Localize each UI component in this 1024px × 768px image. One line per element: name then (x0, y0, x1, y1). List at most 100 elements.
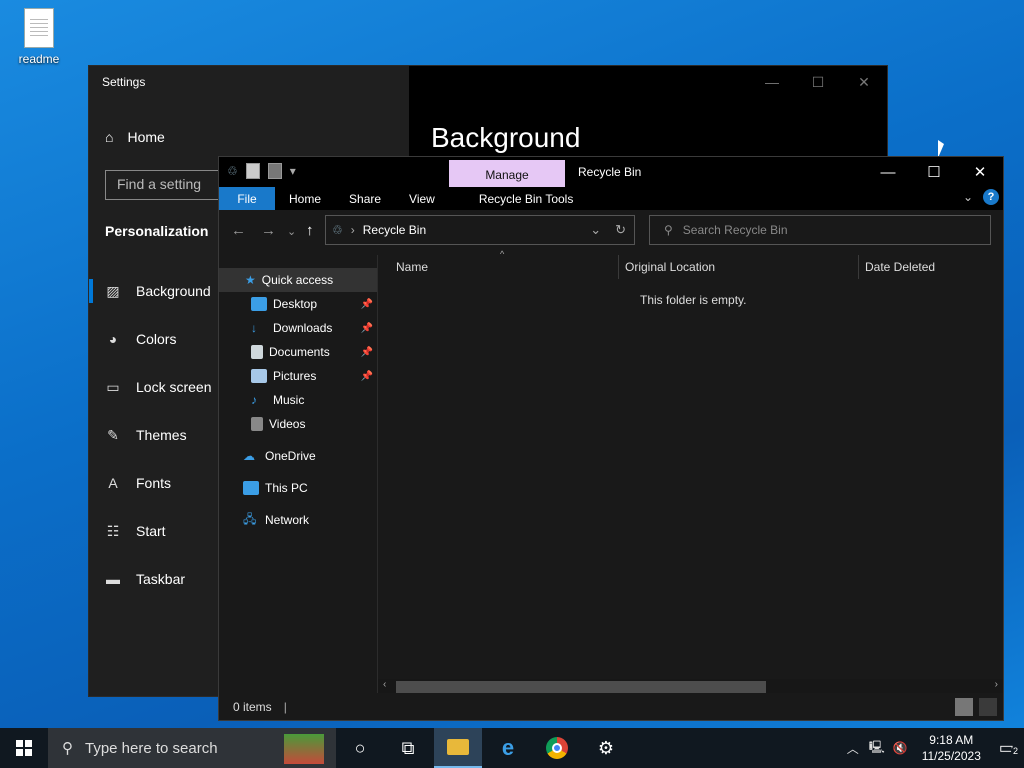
tab-home[interactable]: Home (275, 187, 335, 210)
pictures-icon (251, 369, 267, 383)
minimize-button[interactable]: — (865, 157, 911, 187)
tree-item-videos[interactable]: Videos (219, 412, 377, 436)
system-tray: ︿ 🖳 🔇 9:18 AM 11/25/2023 ▭ 2 (841, 728, 1024, 768)
tree-label: OneDrive (265, 449, 316, 463)
properties-button[interactable] (245, 163, 260, 179)
tree-item-desktop[interactable]: Desktop 📌 (219, 292, 377, 316)
file-explorer-taskbar-icon[interactable] (434, 728, 482, 768)
nav-label: Themes (136, 427, 187, 443)
tree-item-network[interactable]: 🖧 Network (219, 508, 377, 532)
text-file-icon (24, 8, 54, 48)
show-hidden-icons-chevron-icon[interactable]: ︿ (841, 740, 865, 757)
start-icon: ☷ (106, 522, 120, 539)
tree-label: This PC (265, 481, 308, 495)
breadcrumb[interactable]: Recycle Bin (363, 223, 426, 237)
scroll-right-icon[interactable]: › (995, 679, 998, 690)
column-divider[interactable] (618, 255, 619, 279)
cloud-icon: ☁ (243, 449, 255, 463)
taskbar-search-placeholder: Type here to search (85, 739, 218, 757)
pin-icon[interactable]: 📌 (361, 371, 373, 382)
file-list: ^ Name Original Location Date Deleted Th… (377, 249, 1003, 693)
ribbon-right-controls: ⌄ ? (963, 189, 999, 205)
tab-file[interactable]: File (219, 187, 275, 210)
tab-view[interactable]: View (395, 187, 449, 210)
refresh-icon[interactable]: ↻ (615, 222, 626, 238)
help-icon[interactable]: ? (983, 189, 999, 205)
scrollbar-thumb[interactable] (396, 681, 766, 693)
quick-access-toolbar: ♲ ▾ (227, 163, 296, 179)
download-arrow-icon: ↓ (251, 321, 257, 335)
nav-label: Taskbar (136, 571, 186, 587)
navigation-pane: ★ Quick access Desktop 📌 ↓ Downloads 📌 D… (219, 255, 377, 693)
chrome-browser-icon[interactable] (533, 728, 581, 768)
nav-label: Background (136, 283, 211, 299)
column-header-original-location[interactable]: Original Location (625, 255, 715, 279)
up-button[interactable]: ↑ (306, 222, 314, 239)
close-button[interactable]: ✕ (841, 66, 887, 98)
back-button[interactable]: ← (231, 222, 246, 239)
edge-browser-icon[interactable]: e (484, 728, 532, 768)
chevron-down-icon[interactable]: ▾ (290, 164, 296, 178)
forward-button[interactable]: → (261, 222, 276, 239)
recent-locations-chevron-icon[interactable]: ⌄ (287, 225, 296, 238)
recycle-bin-icon: ♲ (227, 164, 238, 178)
pin-icon[interactable]: 📌 (361, 323, 373, 334)
pin-icon[interactable]: 📌 (361, 299, 373, 310)
settings-title: Settings (102, 75, 146, 89)
tree-label: Videos (269, 417, 306, 431)
file-explorer-window: ♲ ▾ Manage Recycle Bin — ☐ ✕ File Home S… (218, 156, 1004, 721)
start-button[interactable] (0, 728, 48, 768)
search-icon: ⚲ (664, 223, 673, 237)
large-icons-view-icon[interactable] (979, 698, 997, 716)
volume-muted-icon[interactable]: 🔇 (889, 741, 912, 755)
maximize-button[interactable]: ☐ (795, 66, 841, 98)
network-icon: 🖧 (243, 511, 257, 526)
window-title: Recycle Bin (578, 165, 642, 179)
tree-item-onedrive[interactable]: ☁ OneDrive (219, 444, 377, 468)
taskbar-search-box[interactable]: ⚲ Type here to search (48, 728, 336, 768)
clock-time: 9:18 AM (929, 733, 974, 747)
tab-share[interactable]: Share (335, 187, 395, 210)
column-divider[interactable] (858, 255, 859, 279)
tab-recycle-bin-tools[interactable]: Recycle Bin Tools (465, 187, 588, 210)
tree-item-downloads[interactable]: ↓ Downloads 📌 (219, 316, 377, 340)
palette-icon: ◕ (108, 331, 118, 347)
manage-context-tab[interactable]: Manage (449, 160, 565, 187)
tree-item-this-pc[interactable]: This PC (219, 476, 377, 500)
tree-item-music[interactable]: ♪ Music (219, 388, 377, 412)
explorer-titlebar: ♲ ▾ Manage Recycle Bin — ☐ ✕ (219, 157, 1003, 187)
address-dropdown-icon[interactable]: ⌄ (590, 222, 601, 238)
cortana-icon[interactable]: ○ (336, 728, 384, 768)
minimize-button[interactable]: — (749, 66, 795, 98)
ribbon-tabs: File Home Share View Recycle Bin Tools ⌄… (219, 187, 1003, 210)
pin-icon[interactable]: 📌 (361, 347, 373, 358)
tree-label: Network (265, 513, 310, 527)
tree-label: Downloads (273, 321, 333, 335)
task-view-icon[interactable]: ⧉ (384, 728, 432, 768)
column-header-name[interactable]: Name (396, 255, 428, 279)
action-center-icon[interactable]: ▭ 2 (991, 738, 1024, 758)
expand-ribbon-icon[interactable]: ⌄ (963, 190, 973, 204)
address-bar[interactable]: ♲ › Recycle Bin ⌄ ↻ (325, 215, 635, 245)
settings-gear-icon[interactable]: ⚙ (582, 728, 630, 768)
settings-home-link[interactable]: ⌂ Home (105, 129, 165, 145)
home-label: Home (127, 129, 165, 145)
column-header-date-deleted[interactable]: Date Deleted (865, 255, 935, 279)
desktop-icon-readme[interactable]: readme (14, 8, 64, 66)
details-view-icon[interactable] (955, 698, 973, 716)
scroll-left-icon[interactable]: ‹ (383, 679, 386, 690)
settings-section-title: Personalization (105, 223, 209, 239)
close-button[interactable]: ✕ (957, 157, 1003, 187)
sort-indicator-icon: ^ (500, 249, 505, 259)
search-input[interactable]: ⚲ Search Recycle Bin (649, 215, 991, 245)
explorer-window-controls: — ☐ ✕ (865, 157, 1003, 187)
clock[interactable]: 9:18 AM 11/25/2023 (912, 732, 991, 764)
tree-item-quick-access[interactable]: ★ Quick access (219, 268, 377, 292)
new-folder-button[interactable] (267, 163, 282, 179)
maximize-button[interactable]: ☐ (911, 157, 957, 187)
tree-item-documents[interactable]: Documents 📌 (219, 340, 377, 364)
desktop-icon-label: readme (18, 52, 60, 66)
horizontal-scrollbar[interactable]: ‹ › (378, 679, 1003, 693)
tree-item-pictures[interactable]: Pictures 📌 (219, 364, 377, 388)
network-status-icon[interactable]: 🖳 (865, 738, 889, 759)
